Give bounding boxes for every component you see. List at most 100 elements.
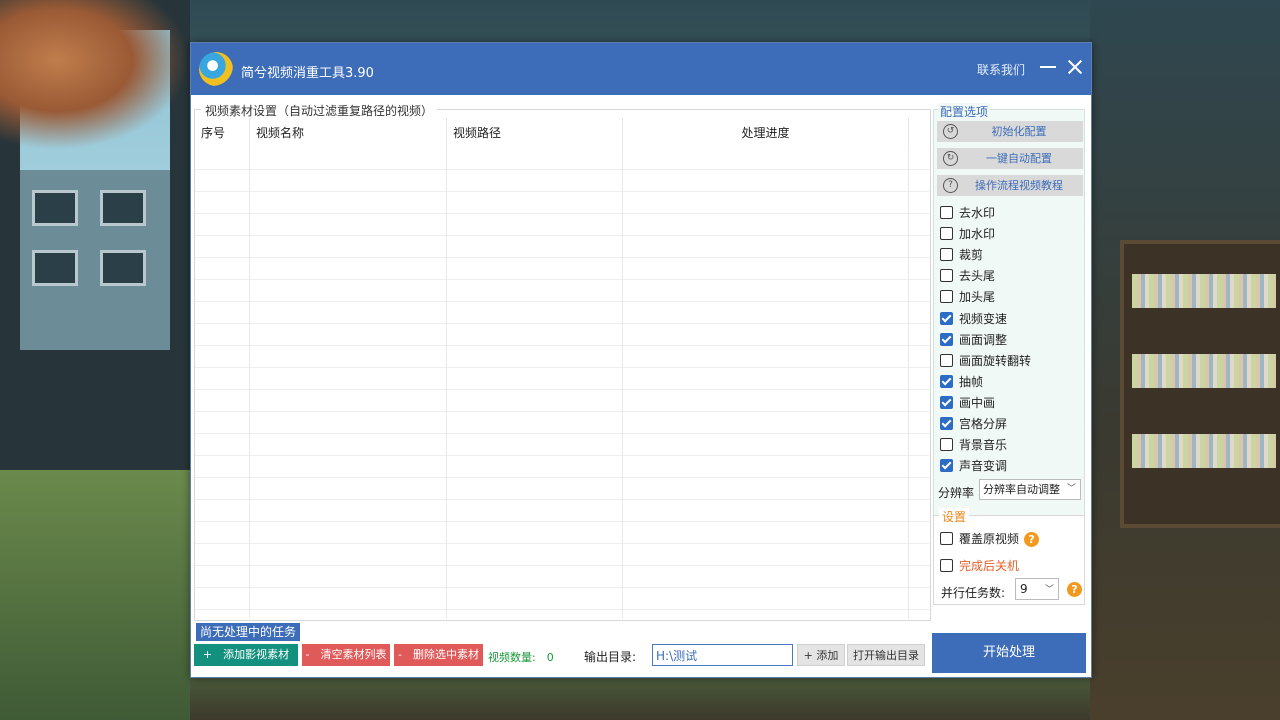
video-list[interactable] [195,148,930,618]
init-config-button[interactable]: ↺ 初始化配置 [937,121,1083,142]
option-checkbox[interactable] [940,206,953,219]
add-material-button[interactable]: + 添加影视素材 [194,644,298,666]
resolution-select[interactable]: 分辨率自动调整 ﹀ [979,479,1081,500]
table-row[interactable] [195,522,930,544]
option-11[interactable]: 背景音乐 [940,436,1007,454]
table-cell-progress [623,258,909,279]
table-cell-progress [623,324,909,345]
table-cell-name [250,544,447,565]
option-8[interactable]: 抽帧 [940,373,983,391]
column-header-path[interactable]: 视频路径 [447,118,623,148]
option-checkbox[interactable] [940,374,953,388]
option-checkbox[interactable] [940,248,953,262]
option-2[interactable]: 裁剪 [940,246,983,264]
option-checkbox[interactable] [940,290,953,304]
option-4[interactable]: 加头尾 [940,288,995,306]
option-checkbox[interactable] [940,353,953,367]
title-bar[interactable]: 简兮视频消重工具3.90 联系我们 [191,43,1091,95]
table-row[interactable] [195,610,930,618]
table-row[interactable] [195,148,930,170]
overwrite-option[interactable]: 覆盖原视频? [940,530,1040,548]
table-row[interactable] [195,500,930,522]
table-row[interactable] [195,236,930,258]
option-label: 抽帧 [959,374,984,389]
option-checkbox[interactable] [940,269,953,283]
option-checkbox[interactable] [940,438,953,452]
close-icon[interactable] [1063,55,1087,79]
table-row[interactable] [195,214,930,236]
contact-us-link[interactable]: 联系我们 [977,61,1025,78]
option-5[interactable]: 视频变速 [940,310,1007,328]
background-building [20,170,170,350]
column-header-index[interactable]: 序号 [195,118,250,148]
option-label: 去头尾 [959,269,996,284]
shutdown-checkbox[interactable] [940,559,953,572]
table-cell-name [250,280,447,301]
settings-legend: 设置 [939,508,970,525]
table-row[interactable] [195,258,930,280]
table-cell-progress [623,280,909,301]
table-cell-name [250,478,447,499]
table-row[interactable] [195,434,930,456]
overwrite-checkbox[interactable] [940,532,953,545]
minimize-icon[interactable] [1037,56,1059,78]
table-cell-name [250,456,447,477]
open-output-dir-button[interactable]: 打开输出目录 [847,644,925,666]
table-row[interactable] [195,280,930,302]
option-checkbox[interactable] [940,395,953,409]
option-12[interactable]: 声音变调 [940,457,1007,475]
option-6[interactable]: 画面调整 [940,331,1007,349]
table-row[interactable] [195,456,930,478]
table-row[interactable] [195,588,930,610]
table-row[interactable] [195,368,930,390]
option-7[interactable]: 画面旋转翻转 [940,352,1031,370]
table-cell-name [250,390,447,411]
app-title: 简兮视频消重工具3.90 [241,66,374,81]
table-row[interactable] [195,478,930,500]
start-processing-button[interactable]: 开始处理 [932,633,1086,673]
option-1[interactable]: 加水印 [940,225,995,243]
table-row[interactable] [195,170,930,192]
clear-list-button[interactable]: - 清空素材列表 [302,644,390,666]
column-header-progress[interactable]: 处理进度 [623,118,909,148]
table-row[interactable] [195,324,930,346]
table-row[interactable] [195,544,930,566]
table-cell-index [195,324,250,345]
table-row[interactable] [195,390,930,412]
option-9[interactable]: 画中画 [940,394,995,412]
table-cell-path [447,434,623,455]
background-building-window [32,190,78,226]
help-icon[interactable]: ? [1067,582,1082,597]
option-checkbox[interactable] [940,459,953,473]
output-dir-input[interactable] [652,644,793,666]
option-checkbox[interactable] [940,417,953,430]
shutdown-option[interactable]: 完成后关机 [940,557,1019,575]
table-cell-path [447,456,623,477]
option-checkbox[interactable] [940,227,953,241]
option-10[interactable]: 宫格分屏 [940,415,1007,433]
tutorial-label: 操作流程视频教程 [975,179,1063,192]
tutorial-button[interactable]: ? 操作流程视频教程 [937,175,1083,196]
option-0[interactable]: 去水印 [940,204,995,222]
help-icon[interactable]: ? [1024,532,1040,547]
option-checkbox[interactable] [940,332,953,346]
table-cell-path [447,368,623,389]
delete-selected-button[interactable]: - 删除选中素材 [394,644,483,666]
table-cell-progress [623,302,909,323]
table-row[interactable] [195,566,930,588]
table-row[interactable] [195,192,930,214]
table-cell-path [447,412,623,433]
parallel-tasks-select[interactable]: 9 ﹀ [1015,578,1059,600]
column-header-name[interactable]: 视频名称 [250,118,447,148]
add-dir-button[interactable]: + 添加 [797,644,845,666]
option-3[interactable]: 去头尾 [940,267,995,285]
table-row[interactable] [195,412,930,434]
table-cell-index [195,478,250,499]
table-row[interactable] [195,346,930,368]
table-cell-index [195,302,250,323]
table-row[interactable] [195,302,930,324]
table-cell-path [447,258,623,279]
auto-config-button[interactable]: ↻ 一键自动配置 [937,148,1083,169]
table-cell-index [195,544,250,565]
option-checkbox[interactable] [940,311,953,325]
